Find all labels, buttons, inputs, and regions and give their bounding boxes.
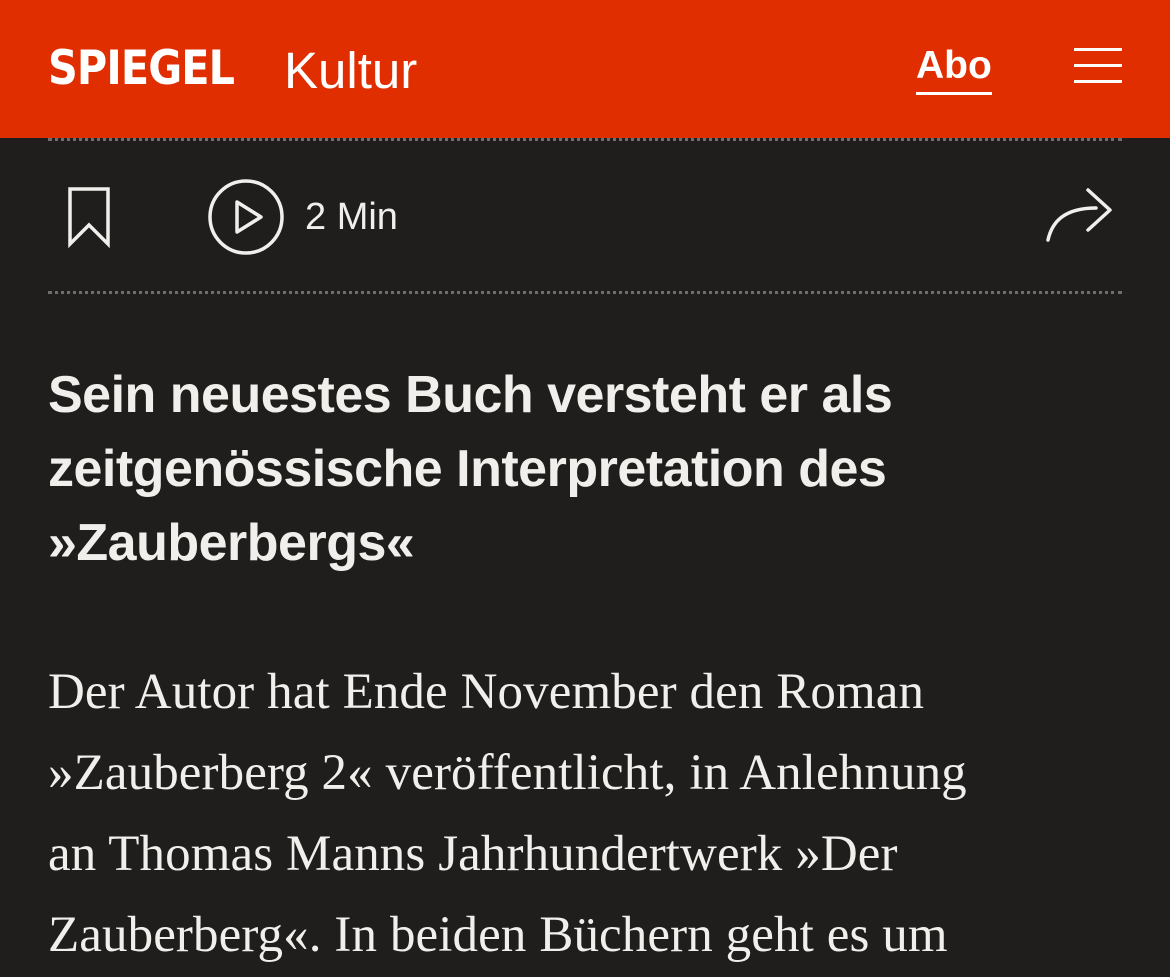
body-line: »Zauberberg 2« veröffentlicht, in Anlehn… — [48, 745, 967, 801]
audio-duration: 2 Min — [305, 196, 398, 238]
section-title: Kultur — [284, 42, 418, 99]
body-line: Der Autor hat Ende November den Roman — [48, 664, 925, 720]
menu-line — [1074, 48, 1122, 51]
divider-top — [48, 138, 1122, 141]
headline-line: »Zauberbergs« — [48, 514, 415, 572]
body-line: Zauberberg«. In beiden Büchern geht es u… — [48, 907, 948, 963]
spiegel-logo: SPIEGEL — [48, 41, 235, 96]
article-headline: Sein neuestes Buch versteht er als zeitg… — [48, 358, 1048, 580]
play-circle-icon[interactable] — [207, 178, 285, 256]
body-line: an Thomas Manns Jahrhundertwerk »Der — [48, 826, 898, 882]
abo-link[interactable]: Abo — [916, 42, 992, 95]
headline-line: zeitgenössische Interpretation des — [48, 440, 887, 498]
brand-logo-link[interactable]: SPIEGEL Kultur — [48, 36, 417, 102]
headline-line: Sein neuestes Buch versteht er als — [48, 366, 893, 424]
bookmark-icon[interactable] — [66, 186, 112, 249]
divider-bottom — [48, 291, 1122, 294]
share-icon[interactable] — [1044, 184, 1114, 244]
top-bar: SPIEGEL Kultur Abo — [0, 0, 1170, 138]
article-body: Der Autor hat Ende November den Roman »Z… — [48, 652, 1123, 976]
menu-line — [1074, 64, 1122, 67]
hamburger-menu-icon[interactable] — [1074, 48, 1122, 83]
menu-line — [1074, 80, 1122, 83]
